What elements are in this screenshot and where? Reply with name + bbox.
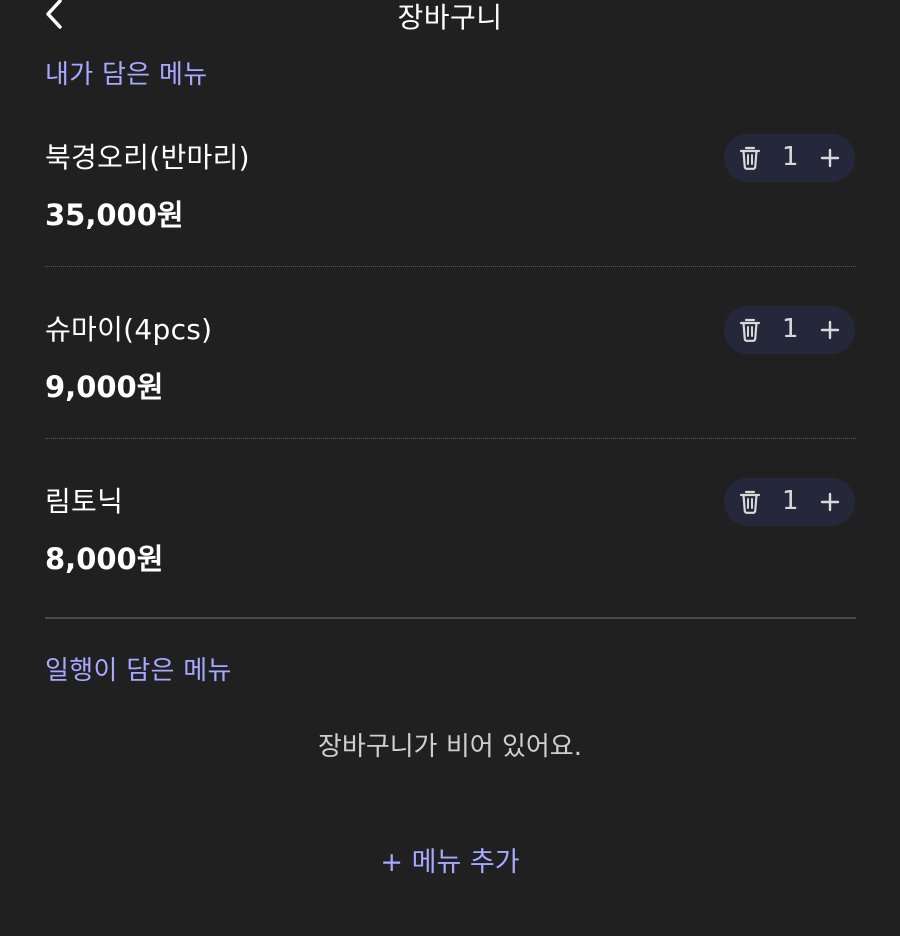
quantity-stepper: 1 <box>724 478 855 526</box>
my-menu-section-title: 내가 담은 메뉴 <box>45 60 208 90</box>
item-price: 9,000원 <box>45 370 164 404</box>
section-divider <box>45 617 856 619</box>
cart-item: 림토닉 8,000원 1 <box>45 478 856 652</box>
quantity-value: 1 <box>782 486 799 516</box>
group-menu-section-title: 일행이 담은 메뉴 <box>45 656 232 686</box>
top-bar: 장바구니 <box>0 0 900 40</box>
empty-cart-message: 장바구니가 비어 있어요. <box>318 732 582 762</box>
item-price: 8,000원 <box>45 542 164 576</box>
quantity-value: 1 <box>782 142 799 172</box>
item-price: 35,000원 <box>45 198 184 232</box>
item-name: 북경오리(반마리) <box>45 141 250 174</box>
item-name: 림토닉 <box>45 485 124 518</box>
page-title: 장바구니 <box>397 1 503 34</box>
trash-icon[interactable] <box>738 145 762 171</box>
plus-icon[interactable] <box>818 489 842 515</box>
item-divider <box>45 438 856 439</box>
plus-icon[interactable] <box>818 145 842 171</box>
quantity-value: 1 <box>782 314 799 344</box>
cart-item: 북경오리(반마리) 35,000원 1 <box>45 134 856 308</box>
item-name: 슈마이(4pcs) <box>45 313 213 346</box>
trash-icon[interactable] <box>738 489 762 515</box>
trash-icon[interactable] <box>738 317 762 343</box>
cart-item: 슈마이(4pcs) 9,000원 1 <box>45 306 856 480</box>
item-divider <box>45 266 856 267</box>
plus-icon[interactable] <box>818 317 842 343</box>
add-menu-button[interactable]: + 메뉴 추가 <box>0 840 900 879</box>
quantity-stepper: 1 <box>724 134 855 182</box>
quantity-stepper: 1 <box>724 306 855 354</box>
